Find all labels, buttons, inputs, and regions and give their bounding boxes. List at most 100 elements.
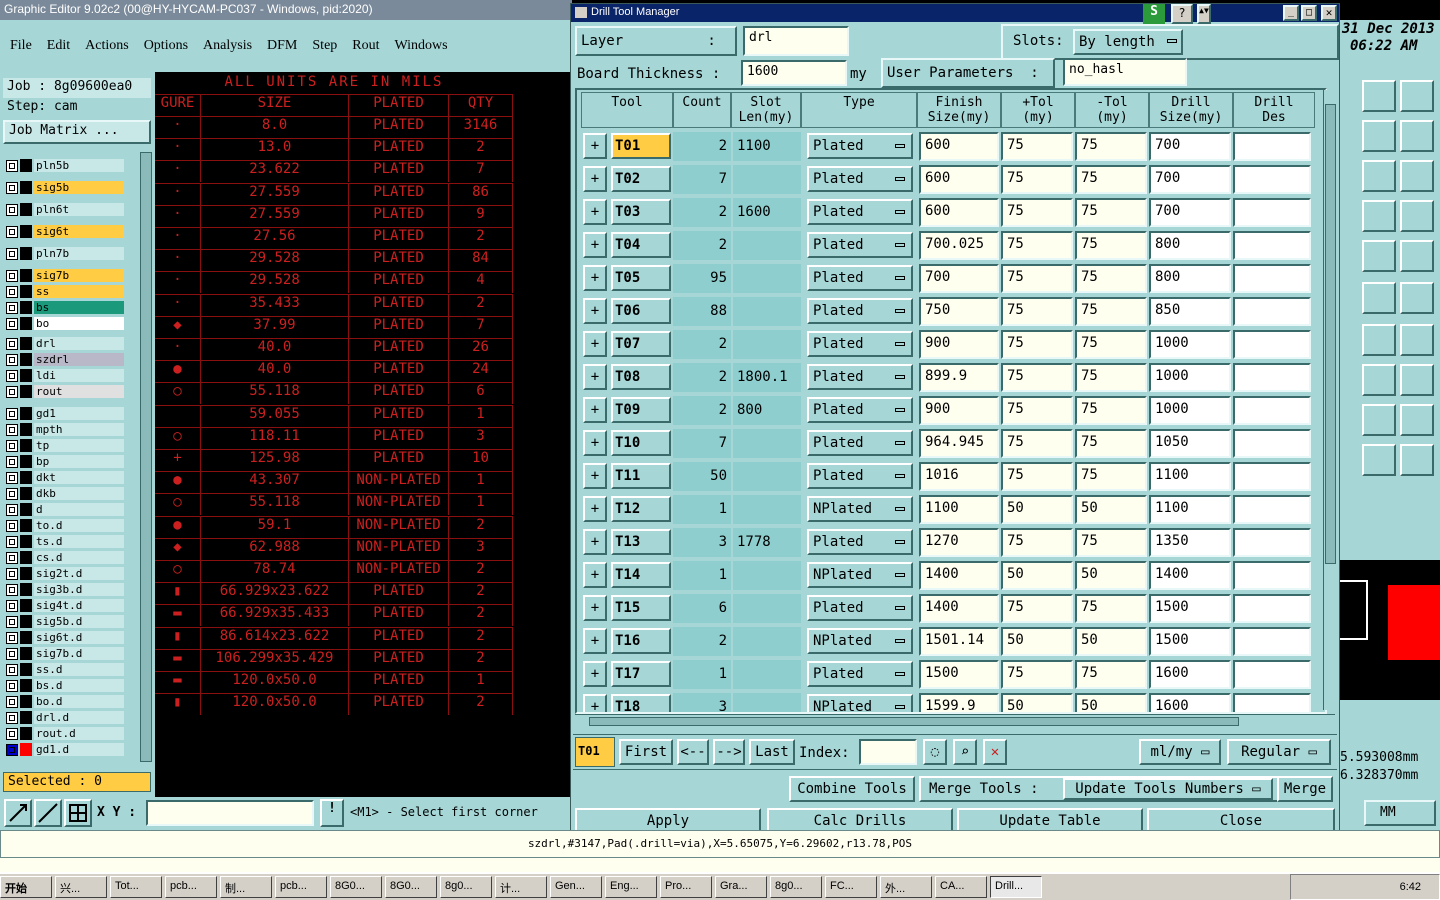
plus-tol-input[interactable]: 75 (1001, 165, 1073, 194)
layer-row[interactable]: pln6t (6, 202, 124, 217)
minimize-icon[interactable]: _ (1283, 5, 1299, 21)
layer-row[interactable]: sig7b (6, 268, 124, 283)
layer-checkbox[interactable] (6, 663, 18, 676)
triangle-icon[interactable] (1362, 404, 1396, 436)
drill-des-input[interactable] (1233, 363, 1311, 392)
measure-icon[interactable] (34, 799, 62, 827)
ruler-icon[interactable] (1362, 240, 1396, 272)
row-expand-button[interactable]: + (583, 628, 607, 654)
close-icon[interactable]: ✕ (1321, 5, 1337, 21)
layer-row[interactable]: d (6, 502, 124, 517)
menu-options[interactable]: Options (144, 38, 188, 54)
minus-tol-input[interactable]: 75 (1075, 429, 1147, 458)
type-select[interactable]: Plated (807, 166, 913, 192)
layer-row[interactable]: sig2t.d (6, 566, 124, 581)
row-expand-button[interactable]: + (583, 430, 607, 456)
drill-des-input[interactable] (1233, 264, 1311, 293)
minus-tol-input[interactable]: 75 (1075, 330, 1147, 359)
layer-checkbox[interactable] (6, 337, 18, 350)
layer-row[interactable]: gd1 (6, 406, 124, 421)
layer-row[interactable]: sig6t (6, 224, 124, 239)
drill-size-input[interactable]: 1600 (1149, 693, 1231, 712)
light-icon[interactable]: ◌ (923, 739, 947, 765)
layer-checkbox[interactable] (6, 615, 18, 628)
grid-icon[interactable] (64, 799, 92, 827)
minus-tol-input[interactable]: 75 (1075, 231, 1147, 260)
drill-des-input[interactable] (1233, 627, 1311, 656)
layer-row[interactable]: sig5b (6, 180, 124, 195)
type-select[interactable]: Plated (807, 331, 913, 357)
route-icon[interactable] (1362, 120, 1396, 152)
layer-checkbox[interactable] (6, 225, 18, 238)
layer-row[interactable]: drl.d (6, 710, 124, 725)
row-expand-button[interactable]: + (583, 694, 607, 712)
finish-size-input[interactable]: 1270 (919, 528, 999, 557)
finish-size-input[interactable]: 600 (919, 132, 999, 161)
menu-file[interactable]: File (10, 38, 32, 54)
task-item[interactable]: 8g0... (770, 876, 822, 898)
layer-row[interactable]: bs (6, 300, 124, 315)
home-icon[interactable] (1362, 80, 1396, 112)
minus-tol-input[interactable]: 50 (1075, 627, 1147, 656)
layer-checkbox[interactable] (6, 439, 18, 452)
slots-select[interactable]: By length (1073, 29, 1183, 55)
layer-row[interactable]: bo (6, 316, 124, 331)
layer-checkbox[interactable] (6, 583, 18, 596)
layer-row[interactable]: szdrl (6, 352, 124, 367)
snap-icon[interactable] (1400, 444, 1434, 476)
tool-name[interactable]: T03 (611, 199, 671, 225)
tool-name[interactable]: T05 (611, 265, 671, 291)
drill-size-input[interactable]: 700 (1149, 165, 1231, 194)
row-expand-button[interactable]: + (583, 232, 607, 258)
layer-checkbox[interactable] (6, 487, 18, 500)
layer-row[interactable]: drl (6, 336, 124, 351)
finish-size-input[interactable]: 600 (919, 198, 999, 227)
drill-des-input[interactable] (1233, 297, 1311, 326)
finish-size-input[interactable]: 899.9 (919, 363, 999, 392)
layer-checkbox[interactable] (6, 599, 18, 612)
layer-checkbox[interactable] (6, 567, 18, 580)
type-select[interactable]: Plated (807, 430, 913, 456)
type-select[interactable]: Plated (807, 265, 913, 291)
layer-input[interactable]: drl (743, 26, 849, 56)
plus-tol-input[interactable]: 75 (1001, 264, 1073, 293)
task-item[interactable]: 外... (880, 876, 932, 898)
tool-name[interactable]: T16 (611, 628, 671, 654)
drill-size-input[interactable]: 1350 (1149, 528, 1231, 557)
finish-size-input[interactable]: 1400 (919, 561, 999, 590)
layer-row[interactable]: cs.d (6, 550, 124, 565)
tool-name[interactable]: T11 (611, 463, 671, 489)
type-select[interactable]: Plated (807, 232, 913, 258)
finish-size-input[interactable]: 1501.14 (919, 627, 999, 656)
minus-tol-input[interactable]: 50 (1075, 561, 1147, 590)
layer-checkbox[interactable] (6, 285, 18, 298)
row-expand-button[interactable]: + (583, 166, 607, 192)
layer-row[interactable]: dkt (6, 470, 124, 485)
tool-name[interactable]: T17 (611, 661, 671, 687)
layer-checkbox[interactable] (6, 385, 18, 398)
menu-dfm[interactable]: DFM (267, 38, 297, 54)
tool-name[interactable]: T01 (611, 133, 671, 159)
plus-tol-input[interactable]: 75 (1001, 231, 1073, 260)
maximize-icon[interactable]: □ (1301, 5, 1317, 21)
layer-row[interactable]: bo.d (6, 694, 124, 709)
row-expand-button[interactable]: + (583, 364, 607, 390)
layer-checkbox[interactable] (6, 711, 18, 724)
flip-icon[interactable] (1400, 324, 1434, 356)
tool-name[interactable]: T08 (611, 364, 671, 390)
tool-name[interactable]: T04 (611, 232, 671, 258)
drill-size-input[interactable]: 1500 (1149, 594, 1231, 623)
stack-icon[interactable] (1400, 200, 1434, 232)
layer-checkbox[interactable] (6, 679, 18, 692)
plus-tol-input[interactable]: 75 (1001, 660, 1073, 689)
table-hscrollbar[interactable] (575, 714, 1335, 728)
finish-size-input[interactable]: 700.025 (919, 231, 999, 260)
start-button[interactable]: 开始 (0, 876, 52, 898)
layer-checkbox[interactable] (6, 535, 18, 548)
type-select[interactable]: Plated (807, 595, 913, 621)
update-tools-numbers-select[interactable]: Update Tools Numbers ▭ (1063, 778, 1273, 800)
tool-name[interactable]: T07 (611, 331, 671, 357)
layer-row[interactable]: bp (6, 454, 124, 469)
plus-tol-input[interactable]: 75 (1001, 330, 1073, 359)
menu-windows[interactable]: Windows (395, 38, 448, 54)
